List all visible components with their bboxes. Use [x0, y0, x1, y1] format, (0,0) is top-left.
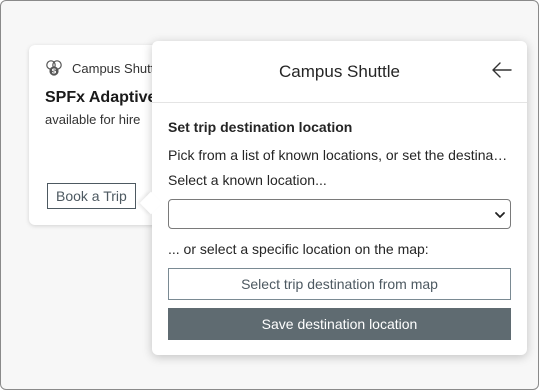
quick-view-popover: Campus Shuttle Set trip destination loca… — [139, 41, 527, 355]
card-subtitle: available for hire — [45, 112, 141, 127]
select-from-map-button[interactable]: Select trip destination from map — [168, 268, 511, 300]
arrow-left-icon — [492, 62, 512, 78]
section-title: Set trip destination location — [168, 119, 353, 135]
book-trip-button[interactable]: Book a Trip — [47, 183, 136, 209]
chevron-down-icon — [495, 212, 505, 218]
popover-body: Set trip destination location Pick from … — [168, 119, 511, 340]
save-destination-button[interactable]: Save destination location — [168, 308, 511, 340]
card-title: SPFx Adaptive — [45, 89, 157, 106]
svg-text:S: S — [51, 68, 56, 76]
popover-title: Campus Shuttle — [279, 62, 400, 81]
adaptive-card-extension-icon: S — [45, 59, 63, 77]
card-header: S Campus Shuttle — [45, 59, 165, 77]
known-location-select[interactable] — [168, 199, 511, 229]
back-button[interactable] — [491, 59, 513, 81]
known-location-label: Select a known location... — [168, 172, 327, 188]
card-app-name: Campus Shuttle — [72, 60, 165, 76]
map-label: ... or select a specific location on the… — [168, 241, 429, 257]
popover-header: Campus Shuttle — [152, 41, 527, 103]
app-frame: S Campus Shuttle SPFx Adaptive available… — [0, 0, 539, 390]
description-text: Pick from a list of known locations, or … — [168, 147, 511, 163]
